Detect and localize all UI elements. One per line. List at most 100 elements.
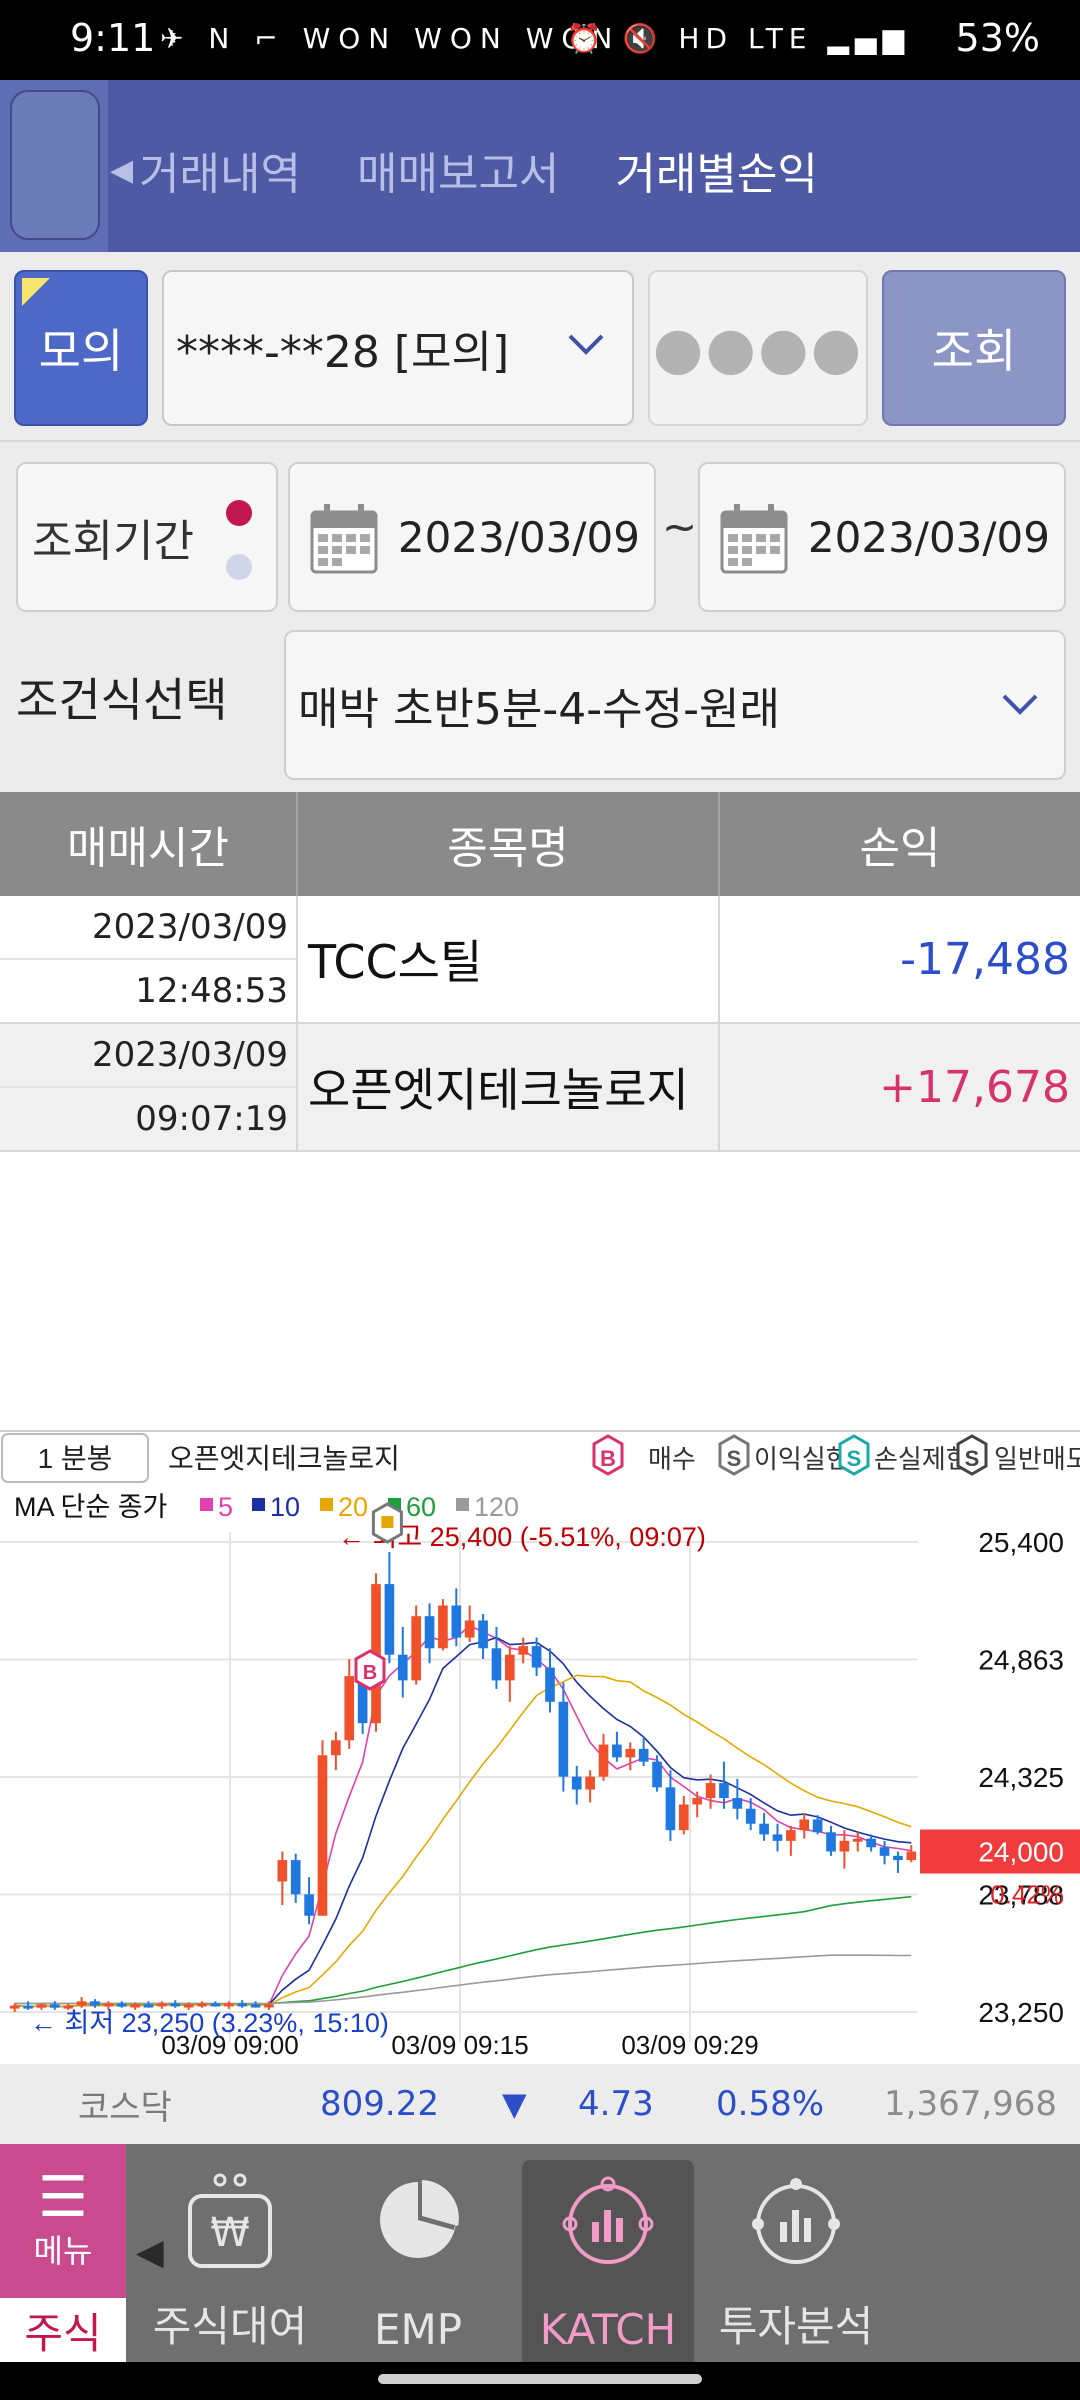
chart-stock-name: 오픈엣지테크놀로지 [168,1443,400,1474]
candle [598,1744,609,1777]
period-section: 조회기간 2023/03/09 ~ 2023/03/09 조건식선택 매박 초반… [0,440,1080,792]
candle [438,1605,448,1649]
table-row[interactable]: 2023/03/09 09:07:19 오픈엣지테크놀로지 +17,678 [0,1024,1080,1152]
candle [505,1654,515,1681]
candle [210,2003,221,2007]
candle [411,1616,421,1681]
normal-sell-icon-letter: S [965,1446,980,1471]
trade-time-cell: 2023/03/09 09:07:19 [0,1024,298,1150]
stock-category-label[interactable]: 주식 [0,2298,126,2362]
home-indicator[interactable] [378,2374,702,2384]
profit-take-icon-letter: S [727,1446,742,1471]
nav-item-emp[interactable]: EMP [332,2160,504,2362]
pnl-value: -17,488 [900,933,1070,985]
stop-loss-label: 손실제한 [874,1444,970,1474]
trade-date: 2023/03/09 [0,896,296,960]
hamburger-icon: ☰ [37,2165,89,2230]
candle [652,1761,662,1788]
candle [852,1838,863,1842]
buy-marker-legend: B 매수 [592,1434,696,1476]
battery-level: 53% [955,16,1040,60]
current-percent: 0.42% [990,1880,1064,1910]
candle [879,1847,890,1856]
candle [745,1808,756,1824]
start-date-field[interactable]: 2023/03/09 [288,462,656,612]
normal-sell-label: 일반매도 [994,1444,1080,1474]
condition-value: 매박 초반5분-4-수정-원래 [298,684,780,735]
side-drawer-handle[interactable] [0,80,108,252]
tab-trade-history[interactable]: 거래내역 [139,138,301,202]
ma-legend-label: 120 [474,1492,519,1522]
nav-item-stock-lending[interactable]: ₩ 주식대여 [144,2160,316,2362]
candlestick-chart[interactable]: 1 분봉 오픈엣지테크놀로지 B 매수 S 이익실현 S 손실제한 S 일반매도… [0,1430,1080,2064]
buy-marker-letter: B [363,1662,377,1684]
candle [464,1620,475,1638]
ma-legend-label: 20 [338,1492,368,1522]
period-dot-active [226,500,252,526]
ma-line [14,1895,912,2005]
condition-select[interactable]: 매박 초반5분-4-수정-원래 [284,630,1066,780]
stock-name: TCC스틸 [298,896,720,1022]
ma-legend-swatch [456,1498,469,1511]
index-ticker[interactable]: 코스닥 809.22 ▼ 4.73 0.58% 1,367,968 [0,2064,1080,2144]
candle [116,2003,127,2007]
candle [906,1851,917,1861]
password-input[interactable]: ●●●● [648,270,868,426]
candle [839,1840,850,1852]
loan-icon: ₩ [188,2173,272,2268]
menu-button[interactable]: ☰ 메뉴 [0,2144,126,2298]
start-date-value: 2023/03/09 [397,512,640,562]
candle [76,2001,87,2006]
stock-name: 오픈엣지테크놀로지 [298,1024,720,1150]
table-row[interactable]: 2023/03/09 12:48:53 TCC스틸 -17,488 [0,896,1080,1024]
candle [786,1830,796,1841]
candle [692,1798,703,1805]
nav-label: 투자분석 [718,2302,874,2351]
bar-chart-icon [562,2176,654,2264]
nav-item-investment-analysis[interactable]: 투자분석 [710,2160,882,2362]
account-select[interactable]: ****-**28 [모의] [162,270,634,426]
period-label: 조회기간 [32,516,194,567]
candle [304,1894,314,1916]
down-arrow-icon: ▼ [502,2085,527,2123]
nav-item-katch[interactable]: KATCH [522,2160,694,2362]
y-tick-label: 24,863 [978,1645,1064,1676]
gesture-bar [0,2362,1080,2400]
stop-loss-icon-letter: S [847,1446,862,1471]
candle [812,1819,823,1833]
candle [759,1823,769,1835]
pnl-table: 매매시간 종목명 손익 2023/03/09 12:48:53 TCC스틸 -1… [0,792,1080,1152]
candle [772,1834,783,1841]
candle [866,1838,876,1848]
system-icons: ⏰ 🔇 HD LTE ▂▄▆ [566,22,910,55]
candle [397,1654,408,1681]
index-name: 코스닥 [78,2087,172,2128]
tab-bar: ◀ 거래내역 매매보고서 거래별손익 [110,130,874,210]
pnl-value: +17,678 [879,1061,1070,1113]
profit-take-label: 이익실현 [754,1444,850,1474]
condition-label: 조건식선택 [16,673,228,727]
account-value: ****-**28 [모의] [176,327,510,378]
tab-pnl-by-trade[interactable]: 거래별손익 [615,138,817,202]
ma-legend-label: 60 [406,1492,436,1522]
x-tick-label: 03/09 09:15 [391,2030,528,2060]
index-percent: 0.58% [716,2084,825,2124]
query-button[interactable]: 조회 [882,270,1066,426]
candle [451,1605,462,1638]
end-date-value: 2023/03/09 [807,512,1050,562]
candle [625,1748,636,1758]
ma-line [14,1636,912,2008]
table-header: 매매시간 종목명 손익 [0,792,1080,896]
mock-mode-button[interactable]: 모의 [14,270,148,426]
scroll-left-icon[interactable]: ◀ [110,153,133,188]
candle [9,2005,20,2009]
col-trade-time: 매매시간 [0,792,298,896]
ma-lines [14,1624,912,2008]
low-annotation: ← 최저 23,250 (3.23%, 15:10) [30,2008,389,2038]
tab-trade-report[interactable]: 매매보고서 [357,138,559,202]
y-tick-label: 24,325 [978,1762,1064,1793]
period-label-button[interactable]: 조회기간 [16,462,278,612]
y-tick-label: 23,250 [978,1997,1064,2028]
end-date-field[interactable]: 2023/03/09 [698,462,1066,612]
svg-text:₩: ₩ [210,2210,250,2256]
